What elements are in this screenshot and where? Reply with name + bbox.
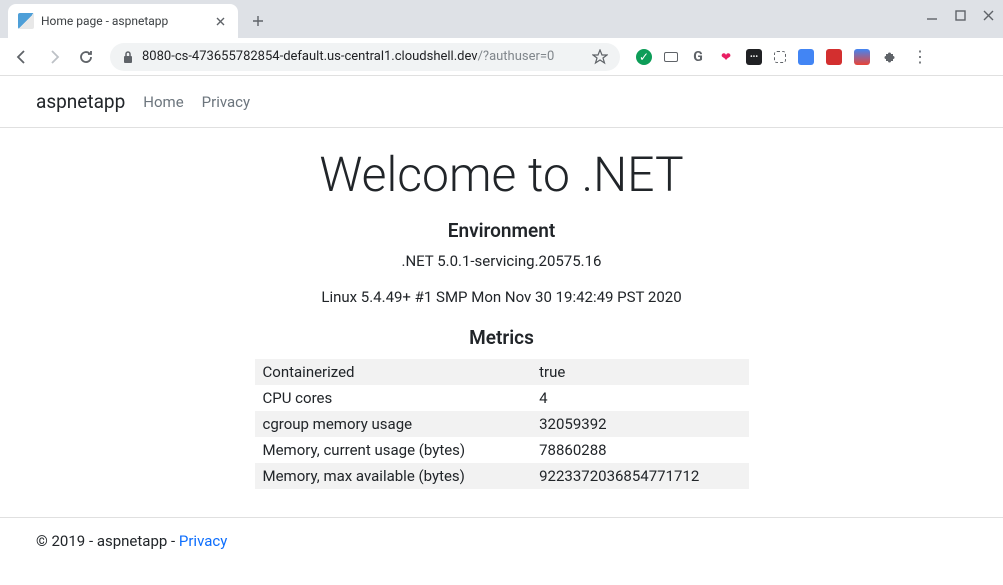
env-os: Linux 5.4.49+ #1 SMP Mon Nov 30 19:42:49… xyxy=(0,288,1003,306)
extension-icon[interactable] xyxy=(798,49,814,65)
page-title: Welcome to .NET xyxy=(0,146,1003,203)
footer: © 2019 - aspnetapp - Privacy xyxy=(0,517,1003,564)
extension-icon[interactable]: ❤ xyxy=(718,49,734,65)
footer-privacy-link[interactable]: Privacy xyxy=(179,532,227,550)
address-bar[interactable]: 8080-cs-473655782854-default.us-central1… xyxy=(110,43,620,71)
tab-bar: Home page - aspnetapp xyxy=(0,0,1003,38)
close-tab-icon[interactable] xyxy=(212,13,228,29)
extension-icon[interactable]: ••• xyxy=(746,49,762,65)
metrics-heading: Metrics xyxy=(0,326,1003,349)
browser-tab[interactable]: Home page - aspnetapp xyxy=(8,4,238,38)
env-runtime: .NET 5.0.1-servicing.20575.16 xyxy=(0,252,1003,270)
extension-icon[interactable] xyxy=(664,52,678,62)
extension-icon[interactable] xyxy=(774,51,786,63)
nav-link-privacy[interactable]: Privacy xyxy=(202,93,250,111)
browser-chrome: Home page - aspnetapp xyxy=(0,0,1003,76)
window-controls xyxy=(925,8,995,22)
tab-title: Home page - aspnetapp xyxy=(41,14,205,28)
extension-icon[interactable]: ✓ xyxy=(636,49,652,65)
lock-icon xyxy=(122,50,134,64)
maximize-icon[interactable] xyxy=(953,8,967,22)
brand[interactable]: aspnetapp xyxy=(36,90,125,113)
bookmark-star-icon[interactable] xyxy=(592,49,608,65)
close-window-icon[interactable] xyxy=(981,8,995,22)
footer-text: © 2019 - aspnetapp - xyxy=(36,532,179,550)
metrics-table: Containerizedtrue CPU cores4 cgroup memo… xyxy=(255,359,749,489)
main-content: Welcome to .NET Environment .NET 5.0.1-s… xyxy=(0,128,1003,489)
table-row: Memory, current usage (bytes)78860288 xyxy=(255,437,749,463)
table-row: cgroup memory usage32059392 xyxy=(255,411,749,437)
page-content: aspnetapp Home Privacy Welcome to .NET E… xyxy=(0,76,1003,564)
extension-icon[interactable]: G xyxy=(690,49,706,65)
new-tab-button[interactable] xyxy=(244,7,272,35)
table-row: Memory, max available (bytes)92233720368… xyxy=(255,463,749,489)
forward-button[interactable] xyxy=(40,43,68,71)
environment-heading: Environment xyxy=(0,219,1003,242)
browser-toolbar: 8080-cs-473655782854-default.us-central1… xyxy=(0,38,1003,76)
minimize-icon[interactable] xyxy=(925,8,939,22)
reload-button[interactable] xyxy=(72,43,100,71)
table-row: Containerizedtrue xyxy=(255,359,749,385)
favicon-icon xyxy=(18,13,34,29)
back-button[interactable] xyxy=(8,43,36,71)
extension-icons: ✓ G ❤ ••• xyxy=(630,49,904,65)
extension-icon[interactable] xyxy=(826,49,842,65)
extension-icon[interactable] xyxy=(854,49,870,65)
table-row: CPU cores4 xyxy=(255,385,749,411)
extensions-puzzle-icon[interactable] xyxy=(882,49,898,65)
url-text: 8080-cs-473655782854-default.us-central1… xyxy=(142,49,584,64)
browser-menu-icon[interactable]: ⋮ xyxy=(908,47,932,66)
app-navbar: aspnetapp Home Privacy xyxy=(0,76,1003,128)
nav-link-home[interactable]: Home xyxy=(143,93,183,111)
